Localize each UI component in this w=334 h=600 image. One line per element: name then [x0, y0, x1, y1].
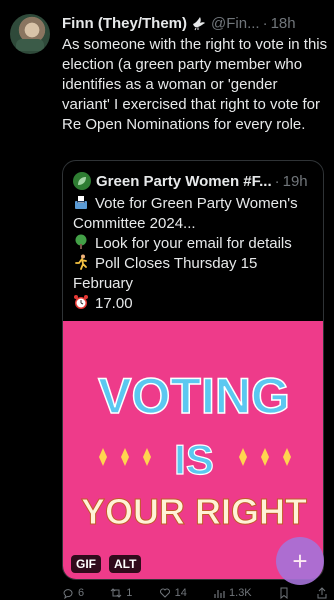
reply-icon: [63, 589, 73, 599]
quote-line-tree: Look for your email for details: [73, 234, 317, 254]
reply-count: 6: [78, 587, 85, 599]
reply-button[interactable]: 6: [62, 587, 84, 599]
graphic-line-your-right: YOUR RIGHT: [81, 491, 307, 532]
tree-icon: [75, 234, 87, 249]
quoted-author-name: Green Party Women #F...: [96, 172, 272, 190]
quote-line-text: Poll Closes Thursday 15 February: [73, 255, 258, 292]
views-icon: [214, 590, 225, 598]
quoted-tweet-header: Green Party Women #F... · 19h: [73, 171, 315, 191]
retweet-icon: [110, 588, 122, 598]
dove-icon: [193, 17, 205, 31]
alarm-clock-icon: [74, 295, 88, 309]
bookmark-icon: [280, 587, 288, 599]
bookmark-button[interactable]: [278, 587, 290, 599]
quote-line-text: 17.00: [95, 295, 133, 312]
leaf-icon: [78, 177, 86, 185]
graphic-line-is: IS: [174, 436, 214, 483]
retweet-count: 1: [126, 587, 133, 599]
tweet-text: As someone with the right to vote in thi…: [62, 36, 328, 133]
separator-dot: ·: [262, 14, 268, 32]
author-avatar[interactable]: [10, 14, 50, 54]
tweet[interactable]: Finn (They/Them) @Fin... · 18h As someon…: [0, 0, 334, 600]
share-button[interactable]: [316, 587, 328, 599]
ballot-box-icon: [75, 196, 87, 209]
graphic-line-voting: VOTING: [98, 368, 290, 424]
quoted-tweet-timestamp: 19h: [282, 172, 308, 190]
separator-dot: ·: [274, 172, 280, 190]
alt-badge[interactable]: ALT: [109, 555, 142, 573]
running-person-icon: [75, 254, 87, 270]
quote-line-alarm: 17.00: [73, 294, 317, 314]
quoted-author-avatar: [73, 172, 91, 190]
like-button[interactable]: 14: [159, 587, 187, 599]
share-icon: [317, 587, 327, 599]
views-button[interactable]: 1.3K: [213, 587, 252, 599]
view-count: 1.3K: [229, 587, 252, 599]
like-count: 14: [174, 587, 187, 599]
quote-line-text: Look for your email for details: [95, 235, 292, 252]
author-name[interactable]: Finn (They/Them): [62, 15, 187, 32]
quote-line-ballot: Vote for Green Party Women's Committee 2…: [73, 194, 317, 234]
gif-badge: GIF: [71, 555, 101, 573]
quote-line-text: Vote for Green Party Women's Committee 2…: [73, 195, 298, 232]
quoted-tweet-text: Vote for Green Party Women's Committee 2…: [73, 194, 317, 314]
quote-line-running: Poll Closes Thursday 15 February: [73, 254, 317, 294]
tweet-header: Finn (They/Them) @Fin... · 18h: [62, 13, 328, 33]
plus-icon: +: [292, 546, 308, 576]
compose-button[interactable]: +: [276, 537, 324, 585]
retweet-button[interactable]: 1: [110, 587, 132, 599]
author-handle[interactable]: @Fin...: [211, 15, 260, 32]
quoted-tweet[interactable]: Green Party Women #F... · 19h Vote for G…: [62, 160, 324, 580]
tweet-actions: 6 1 14 1.3K: [62, 586, 328, 600]
tweet-timestamp[interactable]: 18h: [271, 15, 296, 32]
heart-icon: [159, 588, 170, 598]
